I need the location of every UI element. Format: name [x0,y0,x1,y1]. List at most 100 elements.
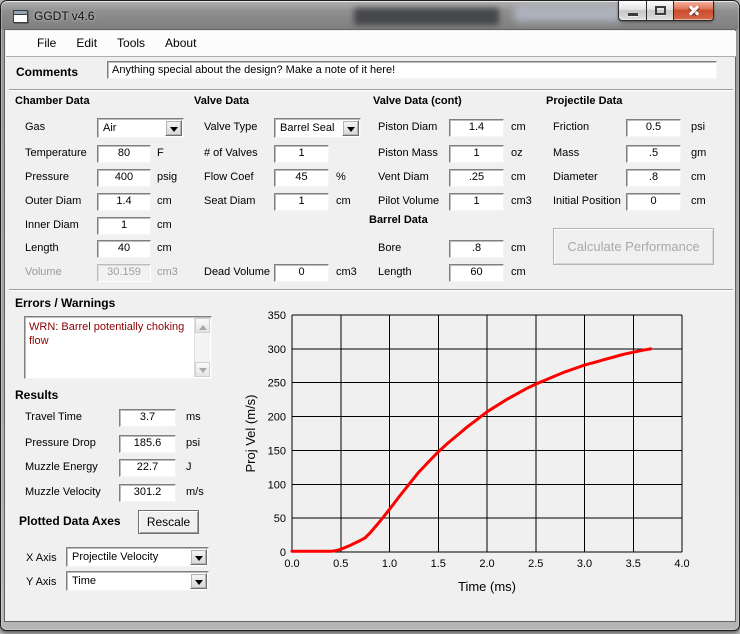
chamber-pressure-input[interactable]: 400 [97,169,151,187]
valve-dead-volume-unit: cm3 [336,266,357,278]
menu-tools[interactable]: Tools [107,31,155,56]
projectile-friction-input[interactable]: 0.5 [626,119,681,137]
projectile-initial-position-unit: cm [691,195,706,207]
menu-bar: FileEditToolsAbout [6,31,736,57]
chevron-down-icon[interactable] [165,120,182,136]
results-pressure-drop-label: Pressure Drop [25,437,96,449]
close-icon [687,4,701,17]
results-muzzle-energy-label: Muzzle Energy [25,461,98,473]
results-muzzle-velocity-label: Muzzle Velocity [25,486,101,498]
valve-flow-coef-unit: % [336,171,346,183]
chamber-outer-diam-input[interactable]: 1.4 [97,193,151,211]
svg-text:350: 350 [268,310,286,322]
chamber-gas-label: Gas [25,121,45,133]
chamber-length-input[interactable]: 40 [97,240,151,258]
valve_cont-pilot-volume-input[interactable]: 1 [449,193,504,211]
menu-edit[interactable]: Edit [66,31,107,56]
plotted-data-axes-title: Plotted Data Axes [19,514,121,528]
barrel-bore-input[interactable]: .8 [449,240,504,258]
chamber-volume-input: 30.159 [97,264,151,282]
valve_cont-piston-diam-input[interactable]: 1.4 [449,119,504,137]
valve_cont-piston-mass-input[interactable]: 1 [449,145,504,163]
chevron-down-icon[interactable] [342,120,359,136]
projectile-mass-input[interactable]: .5 [626,145,681,163]
chamber-inner-diam-input[interactable]: 1 [97,217,151,235]
results-travel-time-input[interactable]: 3.7 [119,409,176,427]
separator [9,89,733,91]
svg-text:2.0: 2.0 [479,558,494,570]
section-title-chamber: Chamber Data [15,95,90,107]
valve-valve-type-select[interactable]: Barrel Seal [274,118,361,138]
section-title-valve: Valve Data [194,95,249,107]
chamber-pressure-label: Pressure [25,171,69,183]
close-button[interactable] [673,1,714,21]
screen: GGDT v4.6 FileEditToolsAbout Comments An… [0,0,740,634]
section-title-barrel: Barrel Data [369,214,428,226]
svg-text:4.0: 4.0 [674,558,689,570]
menu-file[interactable]: File [27,31,66,56]
y-axis-select[interactable]: Time [66,571,209,591]
results-travel-time-unit: ms [186,411,201,423]
chamber-gas-select[interactable]: Air [97,118,184,138]
valve-dead-volume-input[interactable]: 0 [274,264,329,282]
projectile-diameter-label: Diameter [553,171,598,183]
chamber-outer-diam-label: Outer Diam [25,195,81,207]
comments-input[interactable]: Anything special about the design? Make … [107,61,717,79]
valve-flow-coef-label: Flow Coef [204,171,254,183]
scroll-up-button[interactable] [195,318,210,333]
valve-of-valves-input[interactable]: 1 [274,145,329,163]
results-pressure-drop-input[interactable]: 185.6 [119,435,176,453]
chamber-volume-label: Volume [25,266,62,278]
valve-seat-diam-input[interactable]: 1 [274,193,329,211]
projectile-initial-position-label: Initial Position [553,195,621,207]
svg-text:150: 150 [268,445,286,457]
results-pressure-drop-unit: psi [186,437,200,449]
app-window: GGDT v4.6 FileEditToolsAbout Comments An… [0,0,740,631]
x-axis-select[interactable]: Projectile Velocity [66,547,209,567]
chevron-down-icon[interactable] [190,549,207,565]
results-muzzle-energy-input[interactable]: 22.7 [119,459,176,477]
x-axis-value: Projectile Velocity [72,551,158,563]
valve_cont-vent-diam-unit: cm [511,171,526,183]
svg-text:250: 250 [268,378,286,390]
projectile-initial-position-input[interactable]: 0 [626,193,681,211]
x-axis-label: X Axis [26,552,57,564]
projectile-diameter-input[interactable]: .8 [626,169,681,187]
window-title: GGDT v4.6 [34,9,94,23]
arrow-down-icon [199,368,207,377]
projectile-mass-unit: gm [691,147,706,159]
maximize-icon [655,6,666,15]
y-axis-label: Y Axis [26,576,56,588]
maximize-button[interactable] [646,1,673,21]
svg-text:3.5: 3.5 [626,558,641,570]
valve-flow-coef-input[interactable]: 45 [274,169,329,187]
valve_cont-piston-mass-unit: oz [511,147,523,159]
rescale-button[interactable]: Rescale [138,510,199,534]
menu-about[interactable]: About [155,31,206,56]
calculate-performance-button[interactable]: Calculate Performance [553,228,714,265]
svg-text:1.0: 1.0 [382,558,397,570]
svg-text:0: 0 [280,547,286,559]
section-title-projectile: Projectile Data [546,95,622,107]
results-muzzle-velocity-input[interactable]: 301.2 [119,484,176,502]
chevron-down-icon[interactable] [190,573,207,589]
warnings-box[interactable]: WRN: Barrel potentially choking flow [24,316,212,379]
titlebar-glass-blur [354,8,499,25]
scroll-down-button[interactable] [195,362,210,377]
arrow-up-icon [199,321,207,330]
valve_cont-piston-mass-label: Piston Mass [378,147,438,159]
app-icon [13,10,28,23]
projectile-diameter-unit: cm [691,171,706,183]
svg-text:0.0: 0.0 [284,558,299,570]
warnings-scrollbar[interactable] [194,318,210,377]
valve-valve-type-label: Valve Type [204,121,257,133]
minimize-button[interactable] [618,1,646,21]
chamber-temperature-input[interactable]: 80 [97,145,151,163]
valve_cont-pilot-volume-label: Pilot Volume [378,195,439,207]
svg-text:200: 200 [268,412,286,424]
valve-dead-volume-label: Dead Volume [204,266,270,278]
barrel-length-input[interactable]: 60 [449,264,504,282]
valve_cont-pilot-volume-unit: cm3 [511,195,532,207]
svg-text:50: 50 [274,513,286,525]
valve_cont-vent-diam-input[interactable]: .25 [449,169,504,187]
